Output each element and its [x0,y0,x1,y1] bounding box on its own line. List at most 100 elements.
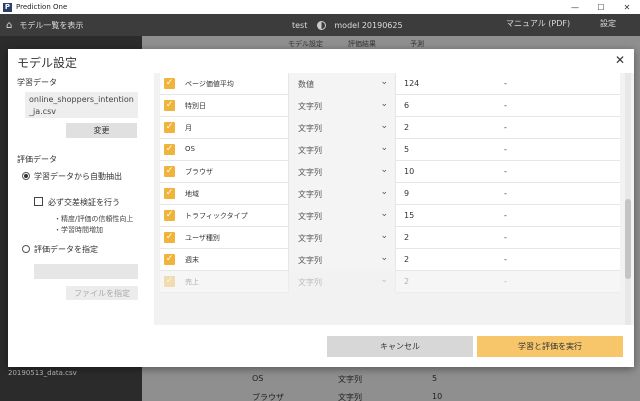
unique-count: 2 [404,255,410,264]
sidebar-file-name: 20190513_data.csv [8,369,77,377]
minimize-button[interactable]: — [562,0,588,14]
close-icon[interactable]: ✕ [615,53,625,67]
type-select[interactable]: 文字列 ⌄ [288,227,396,249]
unique-count: 2 [404,233,410,242]
unique-count: 2 [404,277,410,286]
type-select[interactable]: 文字列 ⌄ [288,95,396,117]
model-name: model 20190625 [334,20,403,30]
bg-row-type: 文字列 [338,375,362,384]
row-extra-value: - [504,79,507,88]
radio-auto-extract-label[interactable]: 学習データから自動抽出 [34,171,122,182]
window-controls: — ☐ ✕ [562,0,640,14]
window-titlebar: P Prediction One — ☐ ✕ [0,0,640,14]
table-row: ✓ トラフィックタイプ 文字列 ⌄ 15 - [160,205,620,227]
change-button[interactable]: 変更 [66,123,137,138]
bg-row-name: OS [252,374,264,383]
eval-data-label: 評価データ [17,155,57,164]
tab-eval-results[interactable]: 評価結果 [348,39,376,49]
column-name: トラフィックタイプ [185,212,248,220]
chevron-down-icon: ⌄ [380,231,388,241]
app-title: Prediction One [16,3,68,11]
column-name: ユーザ種別 [185,234,220,242]
type-value: 文字列 [298,234,322,243]
column-settings-table: ✓ ページ価値平均 数値 ⌄ 124- ✓ 特別日 文字列 ⌄ 6- ✓ 月文字列 ⌄ 2- ✓ OS 文字列 ⌄… [160,73,620,325]
use-column-checkbox[interactable]: ✓ [164,78,175,89]
home-icon[interactable]: ⌂ [6,20,12,31]
type-value: 文字列 [298,256,322,265]
unique-count: 5 [404,145,410,154]
dialog-header: モデル設定 ✕ [8,49,634,73]
type-select[interactable]: 文字列 ⌄ [288,271,396,293]
scrollbar-thumb[interactable] [625,199,631,279]
column-name: ページ価値平均 [185,80,234,88]
cross-validation-label[interactable]: 必ず交差検証を行う [48,197,120,208]
training-file-name: online_shoppers_intention_ja.csv [25,92,138,118]
dialog-footer: キャンセル 学習と評価を実行 [8,325,634,367]
use-column-checkbox[interactable]: ✓ [164,100,175,111]
type-value: 文字列 [298,102,322,111]
chevron-down-icon: ⌄ [380,253,388,263]
table-scrollbar[interactable] [625,73,631,325]
radio-specify-eval[interactable] [22,245,30,253]
type-select[interactable]: 文字列 ⌄ [288,249,396,271]
radio-specify-eval-label[interactable]: 評価データを指定 [34,244,98,255]
use-column-checkbox[interactable]: ✓ [164,166,175,177]
cancel-button[interactable]: キャンセル [327,336,473,357]
contrast-icon[interactable] [317,20,327,30]
dialog-title: モデル設定 [17,56,78,70]
unique-count: 124 [404,79,420,88]
unique-count: 2 [404,123,410,132]
tab-model-settings[interactable]: モデル設定 [288,39,323,49]
settings-button[interactable]: 設定 [600,18,616,29]
column-name: 地域 [185,190,199,198]
bg-row-type: 文字列 [338,393,362,401]
radio-auto-extract[interactable] [22,172,30,180]
maximize-button[interactable]: ☐ [588,0,614,14]
tab-prediction[interactable]: 予測 [410,39,424,49]
app-logo-icon: P [3,2,12,12]
type-select[interactable]: 文字列 ⌄ [288,183,396,205]
type-value: 文字列 [298,190,322,199]
use-column-checkbox[interactable]: ✓ [164,188,175,199]
row-extra-value: - [504,145,507,154]
row-extra-value: - [504,277,507,286]
table-row: ✓ 地域 文字列 ⌄ 9 - [160,183,620,205]
use-column-checkbox[interactable]: ✓ [164,122,175,133]
use-column-checkbox[interactable]: ✓ [164,144,175,155]
type-select[interactable]: 文字列 ⌄ [288,139,396,161]
table-row: ✓ OS 文字列 ⌄ 5 - [160,139,620,161]
model-list-button[interactable]: モデル一覧を表示 [19,20,83,31]
column-name: 月 [185,124,192,132]
type-select[interactable]: 文字列 ⌄ [288,117,396,139]
type-value: 文字列 [298,146,322,155]
use-column-checkbox[interactable]: ✓ [164,276,175,287]
manual-pdf-button[interactable]: マニュアル (PDF) [506,18,570,32]
type-value: 文字列 [298,278,322,287]
chevron-down-icon: ⌄ [380,99,388,109]
background-row: ブラウザ 文字列 10 [142,389,640,401]
cross-validation-checkbox[interactable] [34,197,43,206]
chevron-down-icon: ⌄ [380,77,388,87]
column-name: ブラウザ [185,168,213,176]
row-extra-value: - [504,255,507,264]
unique-count: 9 [404,189,410,198]
type-select[interactable]: 文字列 ⌄ [288,205,396,227]
type-select[interactable]: 数値 ⌄ [288,73,396,95]
project-name: test [292,20,308,30]
use-column-checkbox[interactable]: ✓ [164,210,175,221]
use-column-checkbox[interactable]: ✓ [164,254,175,265]
window-close-button[interactable]: ✕ [614,0,640,14]
type-select[interactable]: 文字列 ⌄ [288,161,396,183]
column-name: 売上 [185,278,199,286]
background-tabs: モデル設定 評価結果 予測 [142,36,640,50]
chevron-down-icon: ⌄ [380,165,388,175]
table-row: ✓ 特別日 文字列 ⌄ 6 - [160,95,620,117]
row-extra-value: - [504,167,507,176]
bg-row-count: 5 [432,374,438,383]
run-training-button[interactable]: 学習と評価を実行 [477,336,623,357]
type-value: 文字列 [298,212,322,221]
table-row: ✓ 売上 文字列 ⌄ 2 - [160,271,620,293]
use-column-checkbox[interactable]: ✓ [164,232,175,243]
column-name: 週末 [185,256,199,264]
type-value: 文字列 [298,168,322,177]
